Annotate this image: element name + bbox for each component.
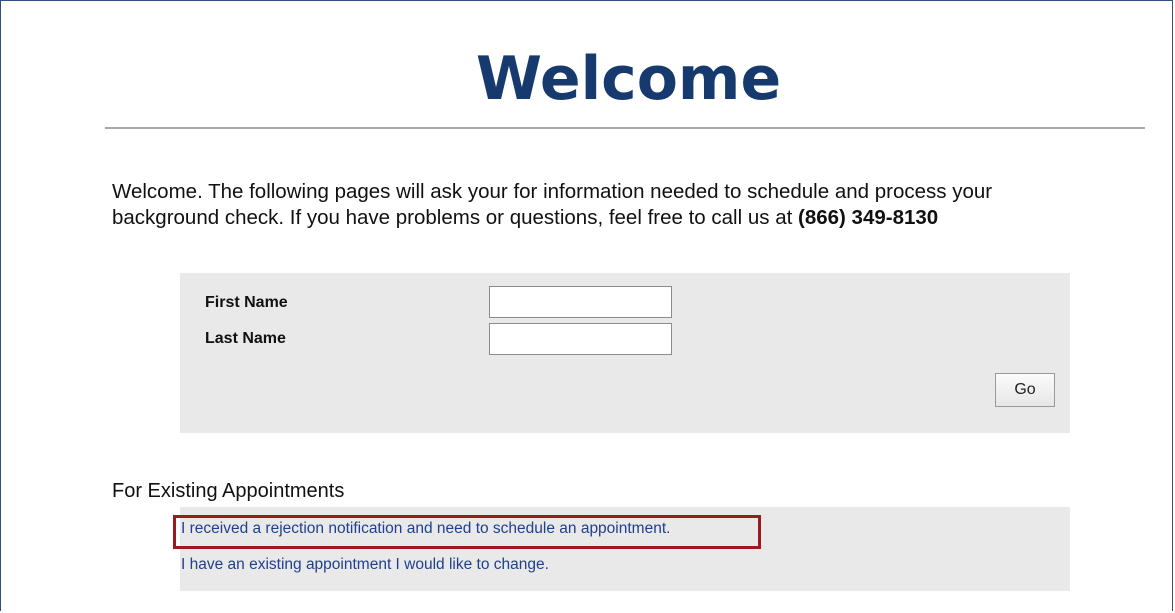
go-button[interactable]: Go bbox=[995, 373, 1055, 407]
last-name-input[interactable] bbox=[489, 323, 672, 355]
change-appointment-link[interactable]: I have an existing appointment I would l… bbox=[181, 556, 549, 574]
existing-appointments-heading: For Existing Appointments bbox=[112, 480, 345, 502]
highlight-box bbox=[173, 515, 761, 549]
intro-paragraph: Welcome. The following pages will ask yo… bbox=[112, 179, 1012, 231]
first-name-label: First Name bbox=[205, 294, 288, 311]
name-entry-panel: First Name Last Name Go bbox=[180, 273, 1070, 433]
title-divider bbox=[105, 127, 1145, 129]
first-name-input[interactable] bbox=[489, 286, 672, 318]
last-name-label: Last Name bbox=[205, 330, 286, 347]
page-title: Welcome bbox=[475, 44, 782, 114]
page-frame: Welcome Welcome. The following pages wil… bbox=[0, 0, 1173, 611]
phone-number: (866) 349-8130 bbox=[798, 206, 939, 229]
